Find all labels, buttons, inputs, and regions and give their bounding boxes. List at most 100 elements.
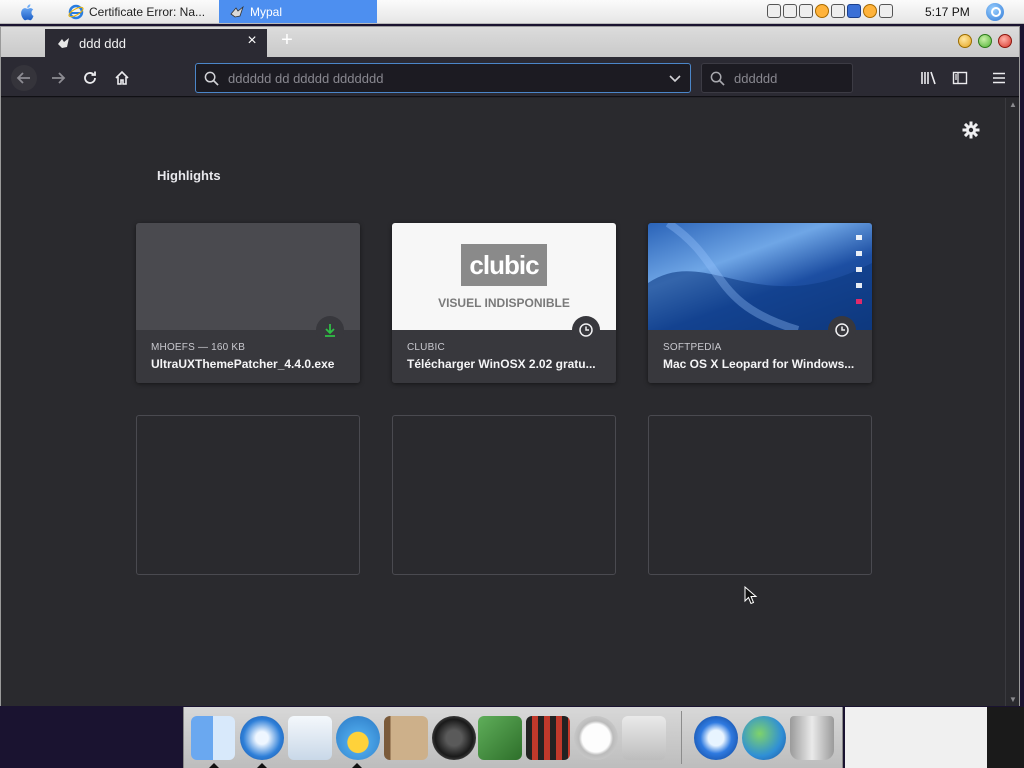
battery-icon[interactable] xyxy=(783,4,797,18)
trash-icon[interactable] xyxy=(790,716,834,760)
clock-icon xyxy=(835,323,849,337)
highlights-heading: Highlights xyxy=(157,168,221,183)
desktop-screenshot-icon xyxy=(648,223,872,334)
arrow-right-icon xyxy=(52,72,66,84)
home-button[interactable] xyxy=(109,65,135,91)
search-tray-icon[interactable] xyxy=(863,4,877,18)
card-title: UltraUXThemePatcher_4.4.0.exe xyxy=(151,357,335,371)
forward-button[interactable] xyxy=(45,65,71,91)
network-icon[interactable] xyxy=(799,4,813,18)
library-icon xyxy=(921,71,936,85)
highlight-card[interactable]: clubic VISUEL INDISPONIBLE CLUBIC Téléch… xyxy=(392,223,616,383)
scroll-up-icon[interactable]: ▲ xyxy=(1009,100,1017,109)
card-source: MHOEFS — 160 KB xyxy=(151,342,246,353)
new-tab-icon[interactable]: + xyxy=(278,30,296,51)
address-book-icon[interactable] xyxy=(384,716,428,760)
spotlight-icon[interactable] xyxy=(986,3,1004,21)
url-input[interactable] xyxy=(226,68,646,88)
ichat-icon[interactable] xyxy=(336,716,380,760)
scroll-down-icon[interactable]: ▼ xyxy=(1009,695,1017,704)
mypal-icon xyxy=(230,5,244,17)
url-bar[interactable] xyxy=(195,63,691,93)
card-thumbnail xyxy=(136,223,360,330)
new-tab-page: Highlights MHOEFS — 160 KB UltraUXThemeP… xyxy=(1,98,1005,706)
utilities-icon[interactable] xyxy=(622,716,666,760)
search-icon xyxy=(204,71,219,86)
volume-icon[interactable] xyxy=(831,4,845,18)
empty-highlight-slot xyxy=(392,415,616,575)
card-source: SOFTPEDIA xyxy=(663,342,722,353)
card-thumbnail: clubic VISUEL INDISPONIBLE xyxy=(392,223,616,330)
download-badge xyxy=(316,316,344,344)
card-source: CLUBIC xyxy=(407,342,445,353)
quicktime-icon[interactable] xyxy=(694,716,738,760)
card-thumbnail xyxy=(648,223,872,334)
apple-logo-icon[interactable] xyxy=(19,3,37,21)
history-badge xyxy=(572,316,600,344)
help-icon[interactable] xyxy=(767,4,781,18)
network-icon[interactable] xyxy=(742,716,786,760)
taskbar-item-mypal[interactable]: Mypal xyxy=(219,0,377,23)
itunes-icon[interactable] xyxy=(432,716,476,760)
reload-button[interactable] xyxy=(77,65,103,91)
clock: 5:17 PM xyxy=(925,5,970,19)
dock xyxy=(183,707,843,768)
sidebar-icon xyxy=(952,71,968,85)
taskbar-item-label: Certificate Error: Na... xyxy=(89,4,206,19)
card-title: Télécharger WinOSX 2.02 gratu... xyxy=(407,357,596,371)
window-maximize-button[interactable] xyxy=(978,34,992,48)
reload-icon xyxy=(84,71,96,84)
running-indicator xyxy=(352,763,362,768)
chevron-down-icon[interactable] xyxy=(668,71,682,85)
taskbar-item-label: Mypal xyxy=(250,4,283,19)
search-icon xyxy=(710,71,725,86)
search-bar[interactable] xyxy=(701,63,853,93)
clock-icon xyxy=(579,323,593,337)
time-icon[interactable] xyxy=(574,716,618,760)
nav-bar xyxy=(1,57,1019,97)
desktop-background xyxy=(845,707,1024,768)
history-badge xyxy=(828,316,856,344)
mouse-cursor-icon xyxy=(744,586,758,605)
library-button[interactable] xyxy=(916,65,942,91)
iphoto-icon[interactable] xyxy=(478,716,522,760)
card-title: Mac OS X Leopard for Windows... xyxy=(663,357,855,371)
tab-close-icon[interactable]: × xyxy=(245,33,259,49)
running-indicator xyxy=(257,763,267,768)
highlight-card[interactable]: MHOEFS — 160 KB UltraUXThemePatcher_4.4.… xyxy=(136,223,360,383)
window-close-button[interactable] xyxy=(998,34,1012,48)
back-button[interactable] xyxy=(11,65,37,91)
dock-separator xyxy=(681,711,682,764)
tab-title: ddd ddd xyxy=(79,35,126,51)
menu-bar: Certificate Error: Na... Mypal 5:17 PM xyxy=(0,0,1024,24)
thumbnail-placeholder-text: VISUEL INDISPONIBLE xyxy=(438,296,570,310)
highlight-card[interactable]: SOFTPEDIA Mac OS X Leopard for Windows..… xyxy=(648,223,872,383)
browser-window: ddd ddd × + dddddd dd ddddd ddddddd dddd… xyxy=(0,26,1020,706)
empty-highlight-slot xyxy=(136,415,360,575)
download-icon xyxy=(325,324,335,337)
running-indicator xyxy=(209,763,219,768)
empty-highlight-slot xyxy=(648,415,872,575)
tab-strip: ddd ddd × + xyxy=(1,27,1019,57)
home-icon xyxy=(115,70,129,85)
sidebar-button[interactable] xyxy=(947,65,973,91)
update-icon[interactable] xyxy=(815,4,829,18)
language-icon[interactable] xyxy=(847,4,861,18)
mail-icon[interactable] xyxy=(288,716,332,760)
window-minimize-button[interactable] xyxy=(958,34,972,48)
vertical-scrollbar[interactable]: ▲ ▼ xyxy=(1005,98,1019,706)
gear-icon[interactable] xyxy=(961,120,981,140)
menu-button[interactable] xyxy=(986,65,1012,91)
hamburger-icon xyxy=(993,72,1005,84)
taskbar-item-certificate-error[interactable]: Certificate Error: Na... xyxy=(62,0,214,23)
tab-active[interactable]: ddd ddd × xyxy=(45,29,267,57)
tab-favicon-icon xyxy=(58,38,69,48)
safari-icon[interactable] xyxy=(240,716,284,760)
finder-icon[interactable] xyxy=(191,716,235,760)
display-icon[interactable] xyxy=(879,4,893,18)
clubic-logo: clubic xyxy=(461,244,547,286)
system-tray xyxy=(767,4,893,20)
search-input[interactable] xyxy=(732,68,842,88)
ie-icon xyxy=(68,4,84,19)
imovie-icon[interactable] xyxy=(526,716,570,760)
